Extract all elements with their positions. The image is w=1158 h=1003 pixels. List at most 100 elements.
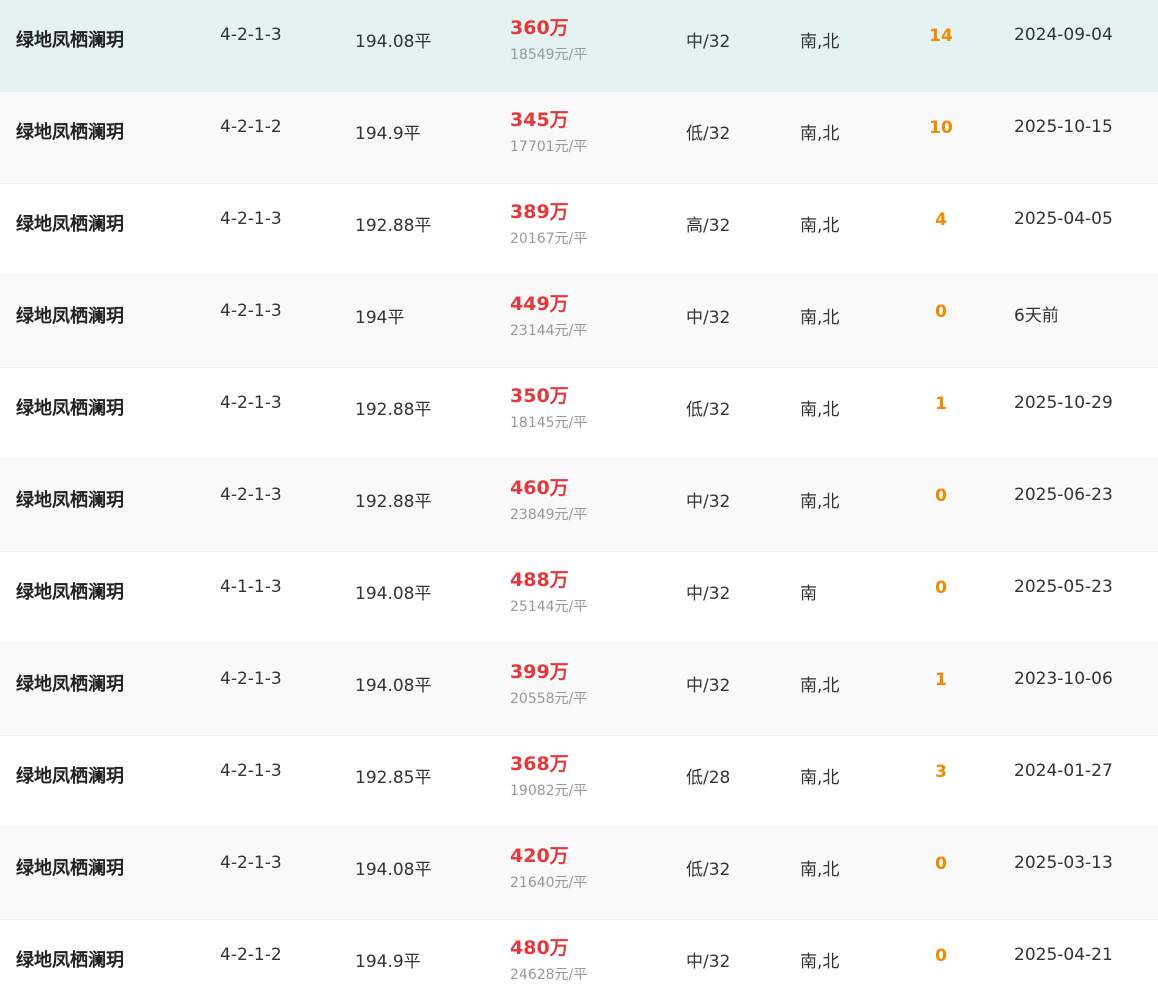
area: 194.9平 [355, 124, 421, 144]
unit-number: 4-1-1-3 [220, 577, 282, 597]
total-price: 360万 [510, 17, 569, 39]
table-row[interactable]: 绿地凤栖澜玥 4-1-1-3 194.08平 488万 25144元/平 中/3… [0, 552, 1158, 644]
table-row[interactable]: 绿地凤栖澜玥 4-2-1-3 194.08平 399万 20558元/平 中/3… [0, 644, 1158, 736]
unit-number: 4-2-1-3 [220, 853, 282, 873]
orientation: 南,北 [800, 124, 840, 144]
unit-price: 18549元/平 [510, 47, 588, 63]
floor: 中/32 [686, 308, 731, 328]
unit-price: 24628元/平 [510, 967, 588, 983]
community-name[interactable]: 绿地凤栖澜玥 [16, 486, 124, 512]
view-count: 0 [935, 486, 947, 506]
orientation: 南,北 [800, 952, 840, 972]
view-count: 1 [935, 670, 947, 690]
listing-date: 6天前 [1014, 306, 1059, 326]
unit-number: 4-2-1-3 [220, 393, 282, 413]
table-row[interactable]: 绿地凤栖澜玥 4-2-1-3 192.88平 389万 20167元/平 高/3… [0, 184, 1158, 276]
orientation: 南,北 [800, 768, 840, 788]
area: 194.08平 [355, 676, 432, 696]
table-row[interactable]: 绿地凤栖澜玥 4-2-1-3 192.85平 368万 19082元/平 低/2… [0, 736, 1158, 828]
total-price: 368万 [510, 753, 569, 775]
community-name[interactable]: 绿地凤栖澜玥 [16, 118, 124, 144]
total-price: 488万 [510, 569, 569, 591]
unit-price: 20558元/平 [510, 691, 588, 707]
area: 194.08平 [355, 584, 432, 604]
orientation: 南,北 [800, 860, 840, 880]
community-name[interactable]: 绿地凤栖澜玥 [16, 578, 124, 604]
total-price: 345万 [510, 109, 569, 131]
orientation: 南,北 [800, 400, 840, 420]
total-price: 449万 [510, 293, 569, 315]
table-row[interactable]: 绿地凤栖澜玥 4-2-1-2 194.9平 345万 17701元/平 低/32… [0, 92, 1158, 184]
orientation: 南 [800, 584, 817, 604]
floor: 中/32 [686, 584, 731, 604]
view-count: 0 [935, 578, 947, 598]
listing-date: 2023-10-06 [1014, 669, 1113, 689]
area: 194平 [355, 308, 405, 328]
community-name[interactable]: 绿地凤栖澜玥 [16, 946, 124, 972]
total-price: 389万 [510, 201, 569, 223]
area: 192.85平 [355, 768, 432, 788]
floor: 中/32 [686, 676, 731, 696]
unit-number: 4-2-1-3 [220, 209, 282, 229]
community-name[interactable]: 绿地凤栖澜玥 [16, 762, 124, 788]
community-name[interactable]: 绿地凤栖澜玥 [16, 394, 124, 420]
community-name[interactable]: 绿地凤栖澜玥 [16, 854, 124, 880]
unit-price: 21640元/平 [510, 875, 588, 891]
unit-number: 4-2-1-2 [220, 945, 282, 965]
community-name[interactable]: 绿地凤栖澜玥 [16, 302, 124, 328]
listing-date: 2024-01-27 [1014, 761, 1113, 781]
unit-number: 4-2-1-2 [220, 117, 282, 137]
view-count: 0 [935, 946, 947, 966]
total-price: 480万 [510, 937, 569, 959]
listing-table: 绿地凤栖澜玥 4-2-1-3 194.08平 360万 18549元/平 中/3… [0, 0, 1158, 1003]
table-row[interactable]: 绿地凤栖澜玥 4-2-1-3 194.08平 420万 21640元/平 低/3… [0, 828, 1158, 920]
total-price: 350万 [510, 385, 569, 407]
orientation: 南,北 [800, 32, 840, 52]
table-row[interactable]: 绿地凤栖澜玥 4-2-1-3 194.08平 360万 18549元/平 中/3… [0, 0, 1158, 92]
listing-date: 2025-04-05 [1014, 209, 1113, 229]
total-price: 420万 [510, 845, 569, 867]
listing-date: 2025-10-15 [1014, 117, 1113, 137]
view-count: 3 [935, 762, 947, 782]
floor: 中/32 [686, 32, 731, 52]
listing-date: 2025-10-29 [1014, 393, 1113, 413]
community-name[interactable]: 绿地凤栖澜玥 [16, 26, 124, 52]
view-count: 1 [935, 394, 947, 414]
community-name[interactable]: 绿地凤栖澜玥 [16, 670, 124, 696]
unit-price: 23849元/平 [510, 507, 588, 523]
listing-date: 2025-03-13 [1014, 853, 1113, 873]
area: 194.08平 [355, 32, 432, 52]
view-count: 4 [935, 210, 947, 230]
listing-date: 2025-05-23 [1014, 577, 1113, 597]
orientation: 南,北 [800, 216, 840, 236]
table-row[interactable]: 绿地凤栖澜玥 4-2-1-3 192.88平 350万 18145元/平 低/3… [0, 368, 1158, 460]
floor: 高/32 [686, 216, 731, 236]
listing-date: 2024-09-04 [1014, 25, 1113, 45]
table-row[interactable]: 绿地凤栖澜玥 4-2-1-3 192.88平 460万 23849元/平 中/3… [0, 460, 1158, 552]
listing-date: 2025-04-21 [1014, 945, 1113, 965]
unit-price: 17701元/平 [510, 139, 588, 155]
area: 192.88平 [355, 492, 432, 512]
unit-price: 19082元/平 [510, 783, 588, 799]
area: 192.88平 [355, 400, 432, 420]
unit-price: 20167元/平 [510, 231, 588, 247]
unit-price: 18145元/平 [510, 415, 588, 431]
floor: 低/32 [686, 860, 731, 880]
orientation: 南,北 [800, 676, 840, 696]
area: 194.08平 [355, 860, 432, 880]
unit-number: 4-2-1-3 [220, 25, 282, 45]
unit-number: 4-2-1-3 [220, 301, 282, 321]
orientation: 南,北 [800, 308, 840, 328]
view-count: 10 [929, 118, 953, 138]
floor: 中/32 [686, 492, 731, 512]
community-name[interactable]: 绿地凤栖澜玥 [16, 210, 124, 236]
orientation: 南,北 [800, 492, 840, 512]
table-row[interactable]: 绿地凤栖澜玥 4-2-1-3 194平 449万 23144元/平 中/32 南… [0, 276, 1158, 368]
table-row[interactable]: 绿地凤栖澜玥 4-2-1-2 194.9平 480万 24628元/平 中/32… [0, 920, 1158, 1003]
unit-price: 25144元/平 [510, 599, 588, 615]
view-count: 0 [935, 854, 947, 874]
unit-number: 4-2-1-3 [220, 761, 282, 781]
unit-number: 4-2-1-3 [220, 669, 282, 689]
area: 192.88平 [355, 216, 432, 236]
floor: 低/32 [686, 400, 731, 420]
